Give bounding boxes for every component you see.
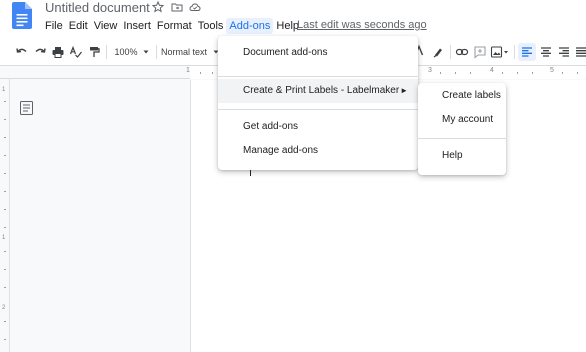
highlight-color-icon[interactable] [431,43,445,61]
redo-icon[interactable] [33,43,47,61]
menu-tools[interactable]: Tools [195,18,227,34]
cloud-saved-icon[interactable] [189,1,201,13]
menu-item-manage-add-ons[interactable]: Manage add-ons [218,140,418,162]
insert-link-icon[interactable] [455,43,469,61]
last-edit-link[interactable]: Last edit was seconds ago [297,19,427,31]
move-to-folder-icon[interactable] [171,1,183,13]
align-left-icon [522,47,532,57]
menu-add-ons[interactable]: Add-ons [226,18,274,34]
menu-item-label: Document add-ons [243,47,328,58]
align-left-button[interactable] [518,43,536,61]
menu-item-create-labels[interactable]: Create labels [418,85,506,107]
insert-image-icon[interactable] [490,43,510,61]
menu-item-labelmaker[interactable]: Create & Print Labels - Labelmaker ► [218,79,418,103]
menu-divider [218,109,418,110]
menu-item-label: Get add-ons [243,121,299,132]
menu-item-label: Create labels [442,90,501,101]
toolbar-divider [450,45,451,59]
toolbar-divider [156,45,157,59]
menu-item-label: Manage add-ons [243,145,319,156]
menu-item-label: Create & Print Labels - Labelmaker [243,85,400,96]
menu-divider [218,76,418,77]
zoom-select[interactable]: 100% [113,43,151,61]
document-title[interactable]: Untitled document [45,0,150,15]
menu-divider [418,138,506,139]
menu-view[interactable]: View [91,18,121,34]
docs-logo-icon[interactable] [12,2,32,29]
labelmaker-submenu: Create labels My account Help [418,83,506,175]
paint-format-icon[interactable] [87,43,101,61]
justify-icon[interactable] [575,43,586,61]
vruler-ticks [4,101,6,340]
menu-edit[interactable]: Edit [66,18,91,34]
menu-item-document-add-ons[interactable]: Document add-ons [218,42,418,64]
menu-item-help[interactable]: Help [418,145,506,167]
menu-insert[interactable]: Insert [120,18,154,34]
toolbar-divider [106,45,107,59]
menu-bar: File Edit View Insert Format Tools Add-o… [42,17,302,35]
undo-icon[interactable] [15,43,29,61]
menu-file[interactable]: File [42,18,66,34]
zoom-value: 100% [114,47,138,57]
toolbar-divider [514,45,515,59]
add-ons-menu: Document add-ons Create & Print Labels -… [218,36,418,170]
menu-item-label: My account [442,114,494,125]
star-icon[interactable] [152,1,164,13]
paragraph-style-select[interactable]: Normal text [161,43,221,61]
submenu-arrow-icon: ► [400,86,408,95]
align-center-icon[interactable] [540,43,552,61]
chevron-down-icon [143,50,149,54]
app-header: Untitled document File Edit View Insert … [0,0,586,38]
document-outline-icon[interactable] [20,101,33,115]
add-comment-icon[interactable] [473,43,487,61]
paragraph-style-value: Normal text [161,47,208,57]
align-right-icon[interactable] [558,43,570,61]
menu-item-my-account[interactable]: My account [418,109,506,131]
print-icon[interactable] [51,43,65,61]
vertical-ruler[interactable]: 1 1 2 [0,79,10,352]
menu-item-get-add-ons[interactable]: Get add-ons [218,116,418,138]
menu-item-label: Help [442,150,463,161]
menu-format[interactable]: Format [154,18,195,34]
spelling-check-icon[interactable] [69,43,83,61]
